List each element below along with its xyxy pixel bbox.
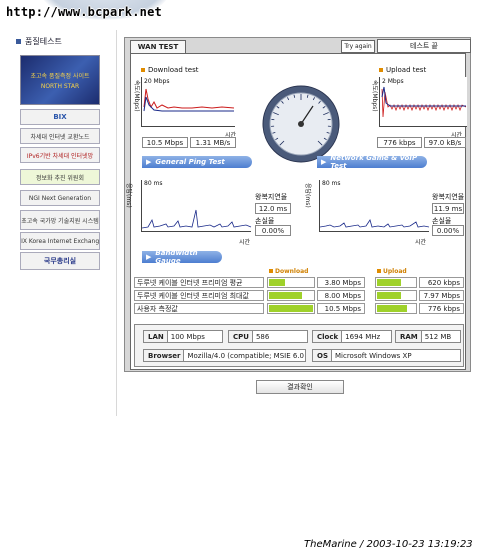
sidebar-item-exchange-node[interactable]: 차세대 인터넷 교환노드 <box>20 128 100 144</box>
try-again-button[interactable]: Try again <box>341 40 375 53</box>
wan-test-panel: WAN TEST Try again 테스트 끝 Download test 속… <box>124 37 471 372</box>
voip-latency-label: 왕복지연율 <box>432 193 465 201</box>
sidebar-banner-line1: 초고속 품질측정 사이트 <box>30 72 90 80</box>
lan-info: LAN 100 Mbps <box>143 330 223 343</box>
upload-kbps-value: 776 kbps <box>377 137 422 148</box>
upload-gauge-track <box>375 290 417 301</box>
voip-loss-value: 0.00% <box>432 225 464 236</box>
result-confirm-button[interactable]: 결과확인 <box>256 380 344 394</box>
voip-xlabel: 시간 <box>415 239 427 246</box>
download-gauge-track <box>267 303 315 314</box>
voip-line <box>319 219 430 228</box>
voip-ymax: 80 ms <box>322 180 341 187</box>
bandwidth-row-label: 두루넷 케이블 인터넷 프리미엄 평균 <box>134 277 264 288</box>
ping-loss-value: 0.00% <box>255 225 291 236</box>
bandwidth-row-label: 사용자 측정값 <box>134 303 264 314</box>
upload-gauge-fill <box>377 305 407 312</box>
arrow-icon: ▶ <box>146 253 152 261</box>
download-line <box>143 88 235 109</box>
upload-chart: 2 Mbps <box>379 77 467 127</box>
legend-swatch <box>377 269 381 273</box>
gauge-svg <box>262 85 340 163</box>
upload-gauge-value: 620 kbps <box>419 277 464 288</box>
sidebar-banner-line2: NORTH STAR <box>40 82 80 90</box>
download-mbps-value: 10.5 Mbps <box>142 137 188 148</box>
download-gauge-fill <box>269 305 313 312</box>
voip-chart: 80 ms <box>319 180 430 232</box>
sidebar: 품질테스트 초고속 품질측정 사이트 NORTH STAR BIX 차세대 인터… <box>4 30 117 416</box>
bullet-icon <box>141 68 145 72</box>
voip-chart-svg <box>319 219 430 228</box>
browser-info: Browser Mozilla/4.0 (compatible; MSIE 6.0 <box>143 349 306 362</box>
test-status: 테스트 끝 <box>377 39 471 53</box>
sidebar-item-support-system[interactable]: 초고속 국가망 기술지원 시스템 <box>20 210 100 230</box>
voip-latency-value: 11.9 ms <box>432 203 464 214</box>
clock-info: Clock 1694 MHz <box>312 330 392 343</box>
sidebar-title-text: 품질테스트 <box>25 37 62 46</box>
arrow-icon: ▶ <box>321 158 327 166</box>
watermark-url: http://www.bcpark.net <box>6 5 162 19</box>
download-gauge-track <box>267 277 315 288</box>
upload-gauge-fill <box>377 292 401 299</box>
legend-swatch <box>269 269 273 273</box>
ping-ylabel: 응답(ms) <box>125 183 132 208</box>
page-root: http://www.bcpark.net 품질테스트 초고속 품질측정 사이트… <box>0 0 500 558</box>
voip-ylabel: 응답(ms) <box>304 183 311 208</box>
bullet-icon <box>379 68 383 72</box>
sidebar-item-kix[interactable]: KIX Korea Internet Exchange <box>20 232 100 250</box>
cpu-info: CPU 586 <box>228 330 308 343</box>
bandwidth-section-header: ▶ Bandwidth Gauge <box>142 249 222 265</box>
ping-latency-value: 12.0 ms <box>255 203 291 214</box>
ping-chart: 80 ms <box>141 180 252 232</box>
upload-legend: Upload <box>377 268 407 275</box>
download-gauge-fill <box>269 279 285 286</box>
sidebar-banner[interactable]: 초고속 품질측정 사이트 NORTH STAR <box>20 55 100 105</box>
ping-line <box>141 209 252 229</box>
sidebar-item-bix[interactable]: BIX <box>20 109 100 125</box>
bandwidth-row-label: 두루넷 케이블 인터넷 프리미엄 최대값 <box>134 290 264 301</box>
download-gauge-track <box>267 290 315 301</box>
download-gauge-value: 8.00 Mbps <box>317 290 365 301</box>
ping-chart-svg <box>141 209 252 229</box>
screenshot-caption: TheMarine / 2003-10-23 13:19:23 <box>304 539 473 550</box>
upload-line <box>381 88 467 118</box>
tab-wan-test[interactable]: WAN TEST <box>130 40 186 53</box>
upload-gauge-value: 776 kbps <box>419 303 464 314</box>
voip-section-header: ▶ Network Game & VoIP Test <box>317 154 427 170</box>
arrow-icon: ▶ <box>146 158 152 166</box>
ping-ymax: 80 ms <box>144 180 163 187</box>
test-area: Download test 속도(Mbps) 20 Mbps 시간 10.5 M… <box>125 53 467 370</box>
download-chart: 20 Mbps <box>141 77 235 127</box>
speed-gauge <box>261 84 341 164</box>
download-gauge-value: 10.5 Mbps <box>317 303 365 314</box>
reference-line <box>381 86 466 107</box>
download-test-label: Download test <box>141 66 198 74</box>
ram-info: RAM 512 MB <box>395 330 461 343</box>
upload-gauge-fill <box>377 279 401 286</box>
upload-gauge-track <box>375 277 417 288</box>
upload-gauge-track <box>375 303 417 314</box>
sidebar-item-ipv6[interactable]: IPv6기반 차세대 인터넷망 <box>20 147 100 163</box>
upload-ymax: 2 Mbps <box>382 78 404 85</box>
download-gauge-fill <box>269 292 302 299</box>
download-legend: Download <box>269 268 308 275</box>
bullet-icon <box>16 39 21 44</box>
sidebar-item-ngi[interactable]: NGI Next Generation <box>20 190 100 206</box>
sidebar-item-prime-minister[interactable]: 국무총리실 <box>20 252 100 270</box>
ping-section-header: ▶ General Ping Test <box>142 156 252 168</box>
upload-test-label: Upload test <box>379 66 426 74</box>
download-gauge-value: 3.80 Mbps <box>317 277 365 288</box>
upload-kb-value: 97.0 kB/s <box>424 137 466 148</box>
ping-xlabel: 시간 <box>239 239 251 246</box>
sidebar-item-committee[interactable]: 정보화 추진 위원회 <box>20 169 100 185</box>
os-info: OS Microsoft Windows XP <box>312 349 461 362</box>
download-mb-value: 1.31 MB/s <box>190 137 236 148</box>
upload-gauge-value: 7.97 Mbps <box>419 290 464 301</box>
system-info: LAN 100 Mbps CPU 586 Clock 1694 MHz RAM 512 … <box>134 324 464 367</box>
download-ymax: 20 Mbps <box>144 78 170 85</box>
ping-latency-label: 왕복지연율 <box>255 193 288 201</box>
reference-line <box>143 96 234 112</box>
sidebar-title: 품질테스트 <box>16 36 62 47</box>
